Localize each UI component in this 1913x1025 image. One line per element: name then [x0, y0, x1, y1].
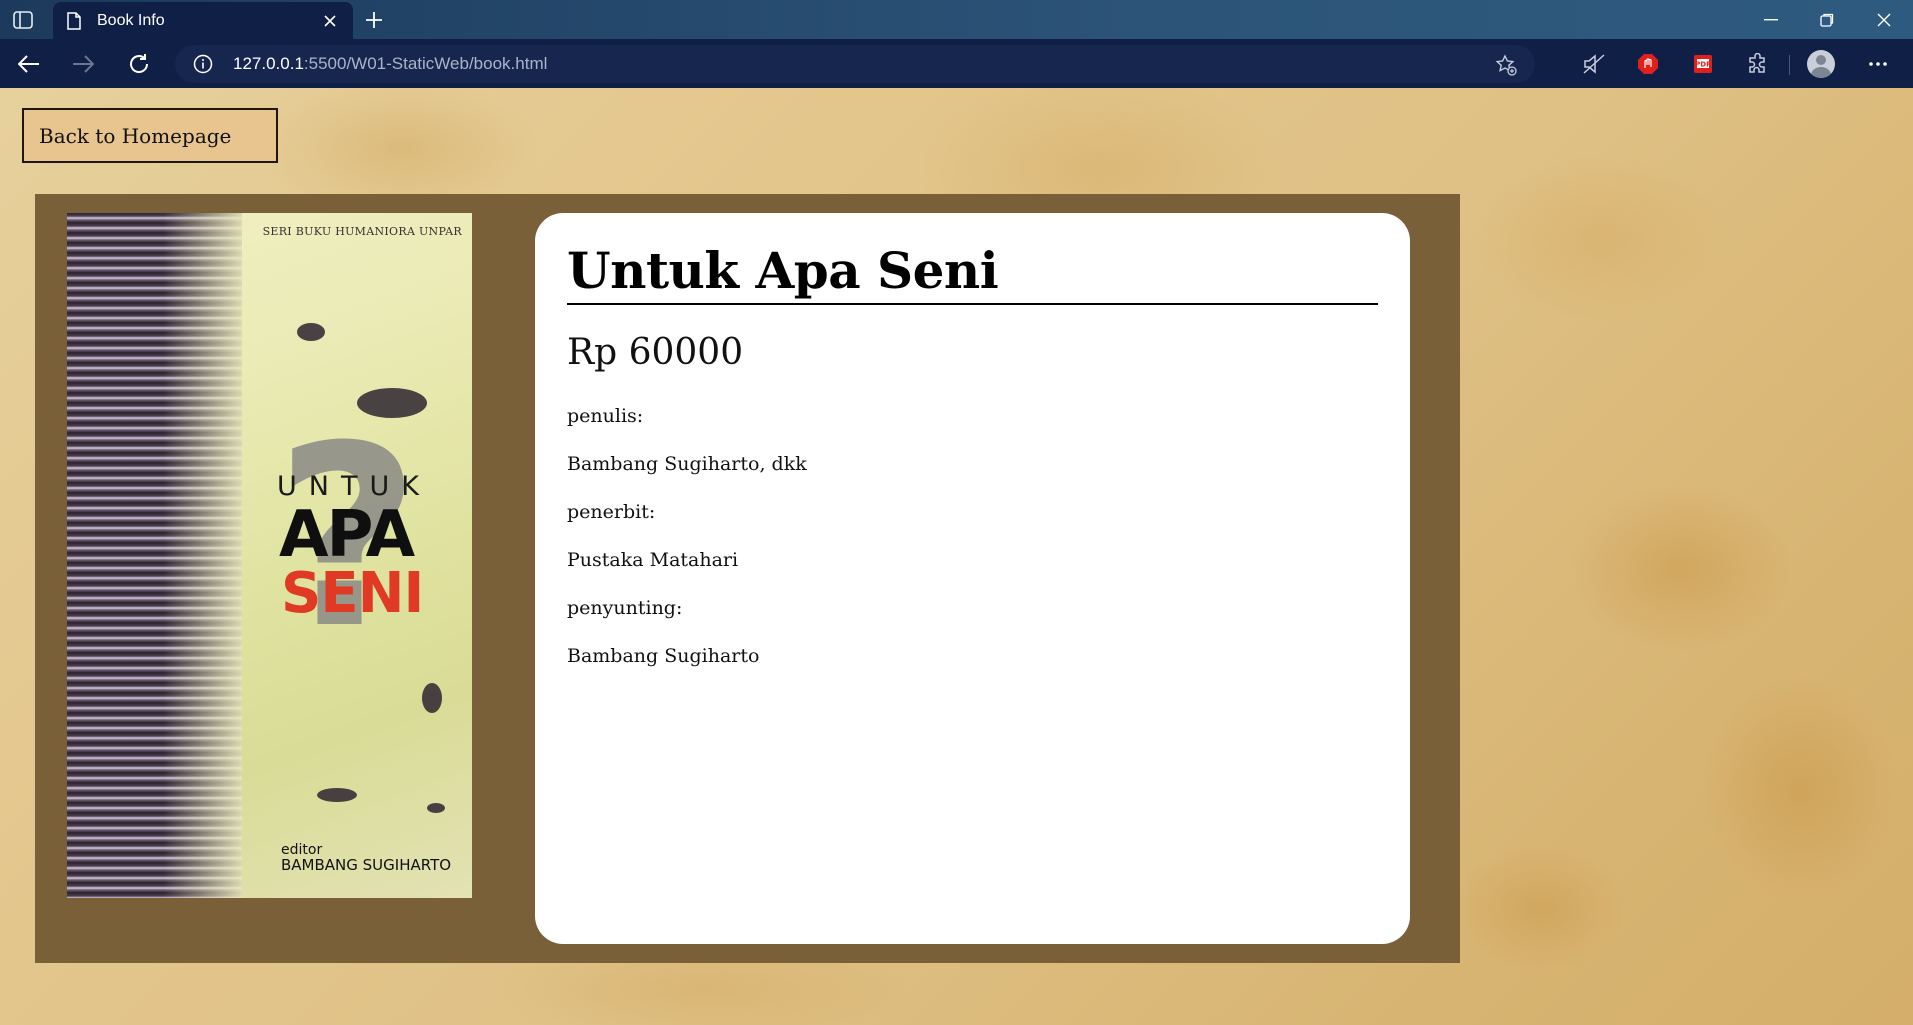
refresh-icon[interactable]: [124, 49, 154, 79]
info-icon[interactable]: [193, 54, 213, 74]
author-label: penulis:: [567, 404, 644, 427]
svg-text:PDF: PDF: [1695, 61, 1711, 69]
editor-label: penyunting:: [567, 596, 683, 619]
book-cover-image: SERI BUKU HUMANIORA UNPAR ? UNTUK APA SE…: [67, 213, 472, 898]
plus-icon[interactable]: [360, 7, 388, 33]
more-icon[interactable]: [1864, 50, 1892, 78]
publisher-label: penerbit:: [567, 500, 656, 523]
book-price: Rp 60000: [567, 332, 744, 373]
restore-icon[interactable]: [1800, 0, 1854, 39]
author-value: Bambang Sugiharto, dkk: [567, 452, 807, 475]
toolbar-separator: [1789, 55, 1790, 75]
minimize-icon[interactable]: [1744, 0, 1798, 39]
adblock-icon[interactable]: [1634, 50, 1662, 78]
forward-arrow-icon[interactable]: [68, 49, 98, 79]
tab-bar: Book Info: [0, 0, 1913, 39]
url-text[interactable]: 127.0.0.1:5500/W01-StaticWeb/book.html: [233, 54, 547, 74]
cover-blot: [427, 803, 445, 813]
book-title: Untuk Apa Seni: [567, 241, 1378, 305]
page-icon: [67, 11, 83, 30]
cover-editor: editor BAMBANG SUGIHARTO: [281, 843, 451, 873]
extensions-icon[interactable]: [1744, 50, 1772, 78]
url-host: 127.0.0.1: [233, 54, 304, 73]
add-favorite-icon[interactable]: [1495, 54, 1517, 76]
cover-editor-name: BAMBANG SUGIHARTO: [281, 855, 452, 874]
address-bar[interactable]: 127.0.0.1:5500/W01-StaticWeb/book.html: [175, 45, 1535, 83]
profile-avatar[interactable]: [1807, 50, 1835, 78]
page-viewport: Back to Homepage SERI BUKU HUMANIORA UNP…: [0, 88, 1913, 1025]
url-path: :5500/W01-StaticWeb/book.html: [303, 54, 548, 73]
book-info-card: Untuk Apa Seni Rp 60000 penulis: Bambang…: [535, 213, 1410, 944]
pdf-extension-icon[interactable]: PDF: [1689, 50, 1717, 78]
tab-title: Book Info: [97, 11, 165, 29]
cover-title-bottom: SENI: [281, 561, 424, 626]
book-panel: SERI BUKU HUMANIORA UNPAR ? UNTUK APA SE…: [35, 194, 1460, 963]
cover-blot: [317, 788, 357, 802]
cover-blot: [297, 323, 325, 341]
back-to-homepage-button[interactable]: Back to Homepage: [22, 108, 278, 163]
tab-actions-icon[interactable]: [10, 8, 36, 32]
read-aloud-icon[interactable]: [1580, 50, 1608, 78]
active-tab[interactable]: Book Info: [53, 2, 353, 39]
publisher-value: Pustaka Matahari: [567, 548, 739, 571]
cover-series-text: SERI BUKU HUMANIORA UNPAR: [262, 225, 462, 238]
close-icon[interactable]: [321, 12, 339, 30]
editor-value: Bambang Sugiharto: [567, 644, 760, 667]
cover-blot: [422, 683, 442, 713]
back-arrow-icon[interactable]: [14, 49, 44, 79]
browser-toolbar: 127.0.0.1:5500/W01-StaticWeb/book.html P…: [0, 39, 1913, 88]
window-close-icon[interactable]: [1857, 0, 1911, 39]
